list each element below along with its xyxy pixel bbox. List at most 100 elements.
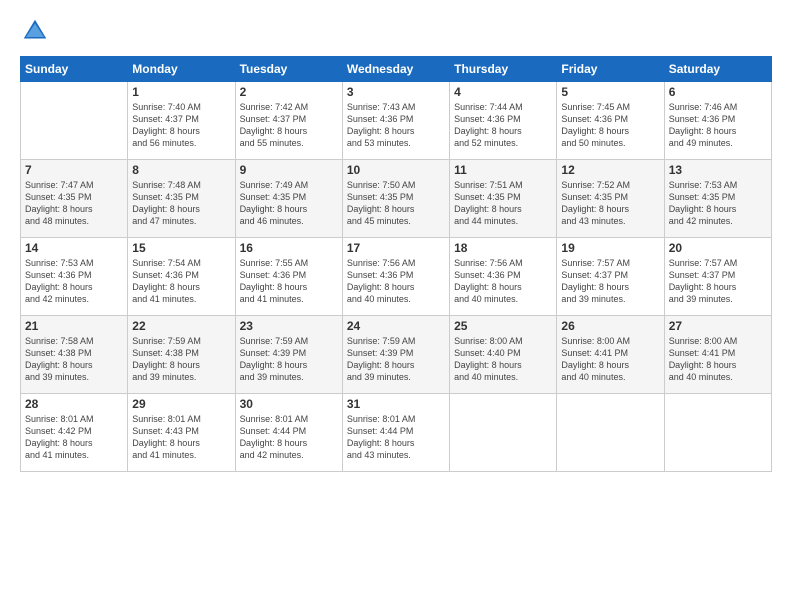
calendar-cell — [664, 394, 771, 472]
day-info: Sunrise: 7:46 AMSunset: 4:36 PMDaylight:… — [669, 101, 767, 150]
day-info: Sunrise: 7:54 AMSunset: 4:36 PMDaylight:… — [132, 257, 230, 306]
day-info: Sunrise: 7:57 AMSunset: 4:37 PMDaylight:… — [561, 257, 659, 306]
day-info: Sunrise: 7:56 AMSunset: 4:36 PMDaylight:… — [454, 257, 552, 306]
day-info: Sunrise: 7:53 AMSunset: 4:35 PMDaylight:… — [669, 179, 767, 228]
day-info: Sunrise: 7:55 AMSunset: 4:36 PMDaylight:… — [240, 257, 338, 306]
calendar-cell: 24Sunrise: 7:59 AMSunset: 4:39 PMDayligh… — [342, 316, 449, 394]
day-info: Sunrise: 8:01 AMSunset: 4:43 PMDaylight:… — [132, 413, 230, 462]
day-info: Sunrise: 7:48 AMSunset: 4:35 PMDaylight:… — [132, 179, 230, 228]
header-wednesday: Wednesday — [342, 57, 449, 82]
day-info: Sunrise: 7:58 AMSunset: 4:38 PMDaylight:… — [25, 335, 123, 384]
day-info: Sunrise: 7:59 AMSunset: 4:39 PMDaylight:… — [240, 335, 338, 384]
day-number: 30 — [240, 397, 338, 411]
day-number: 4 — [454, 85, 552, 99]
day-number: 5 — [561, 85, 659, 99]
calendar-cell: 8 Sunrise: 7:48 AMSunset: 4:35 PMDaylight… — [128, 160, 235, 238]
header-saturday: Saturday — [664, 57, 771, 82]
day-info: Sunrise: 7:40 AMSunset: 4:37 PMDaylight:… — [132, 101, 230, 150]
day-number: 23 — [240, 319, 338, 333]
day-info: Sunrise: 7:47 AMSunset: 4:35 PMDaylight:… — [25, 179, 123, 228]
day-info: Sunrise: 7:43 AMSunset: 4:36 PMDaylight:… — [347, 101, 445, 150]
day-number: 14 — [25, 241, 123, 255]
calendar-cell: 29Sunrise: 8:01 AMSunset: 4:43 PMDayligh… — [128, 394, 235, 472]
day-number: 7 — [25, 163, 123, 177]
day-number: 31 — [347, 397, 445, 411]
day-info: Sunrise: 8:00 AMSunset: 4:40 PMDaylight:… — [454, 335, 552, 384]
day-number: 19 — [561, 241, 659, 255]
calendar-cell: 2 Sunrise: 7:42 AMSunset: 4:37 PMDaylight… — [235, 82, 342, 160]
calendar-cell: 30Sunrise: 8:01 AMSunset: 4:44 PMDayligh… — [235, 394, 342, 472]
calendar-cell: 16 Sunrise: 7:55 AMSunset: 4:36 PMDayligh… — [235, 238, 342, 316]
day-number: 28 — [25, 397, 123, 411]
day-number: 9 — [240, 163, 338, 177]
calendar-cell: 19 Sunrise: 7:57 AMSunset: 4:37 PMDayligh… — [557, 238, 664, 316]
calendar-header-row: SundayMondayTuesdayWednesdayThursdayFrid… — [21, 57, 772, 82]
calendar-cell: 3 Sunrise: 7:43 AMSunset: 4:36 PMDaylight… — [342, 82, 449, 160]
calendar-cell — [557, 394, 664, 472]
day-info: Sunrise: 7:53 AMSunset: 4:36 PMDaylight:… — [25, 257, 123, 306]
day-info: Sunrise: 8:00 AMSunset: 4:41 PMDaylight:… — [561, 335, 659, 384]
day-info: Sunrise: 7:59 AMSunset: 4:38 PMDaylight:… — [132, 335, 230, 384]
day-number: 25 — [454, 319, 552, 333]
header-monday: Monday — [128, 57, 235, 82]
day-number: 3 — [347, 85, 445, 99]
calendar-cell: 12Sunrise: 7:52 AMSunset: 4:35 PMDayligh… — [557, 160, 664, 238]
week-row-2: 7 Sunrise: 7:47 AMSunset: 4:35 PMDaylight… — [21, 160, 772, 238]
day-info: Sunrise: 7:50 AMSunset: 4:35 PMDaylight:… — [347, 179, 445, 228]
day-info: Sunrise: 7:52 AMSunset: 4:35 PMDaylight:… — [561, 179, 659, 228]
day-info: Sunrise: 7:57 AMSunset: 4:37 PMDaylight:… — [669, 257, 767, 306]
day-number: 20 — [669, 241, 767, 255]
week-row-5: 28Sunrise: 8:01 AMSunset: 4:42 PMDayligh… — [21, 394, 772, 472]
day-number: 22 — [132, 319, 230, 333]
day-number: 6 — [669, 85, 767, 99]
calendar-cell: 15 Sunrise: 7:54 AMSunset: 4:36 PMDayligh… — [128, 238, 235, 316]
day-number: 15 — [132, 241, 230, 255]
header-sunday: Sunday — [21, 57, 128, 82]
week-row-3: 14 Sunrise: 7:53 AMSunset: 4:36 PMDayligh… — [21, 238, 772, 316]
day-number: 11 — [454, 163, 552, 177]
calendar-cell: 9 Sunrise: 7:49 AMSunset: 4:35 PMDaylight… — [235, 160, 342, 238]
week-row-4: 21 Sunrise: 7:58 AMSunset: 4:38 PMDayligh… — [21, 316, 772, 394]
calendar-cell: 7 Sunrise: 7:47 AMSunset: 4:35 PMDaylight… — [21, 160, 128, 238]
calendar-cell: 6 Sunrise: 7:46 AMSunset: 4:36 PMDaylight… — [664, 82, 771, 160]
calendar-cell — [21, 82, 128, 160]
calendar-cell: 5Sunrise: 7:45 AMSunset: 4:36 PMDaylight… — [557, 82, 664, 160]
calendar-cell: 17Sunrise: 7:56 AMSunset: 4:36 PMDayligh… — [342, 238, 449, 316]
day-info: Sunrise: 8:01 AMSunset: 4:44 PMDaylight:… — [347, 413, 445, 462]
day-number: 13 — [669, 163, 767, 177]
calendar-cell: 14 Sunrise: 7:53 AMSunset: 4:36 PMDayligh… — [21, 238, 128, 316]
day-info: Sunrise: 7:42 AMSunset: 4:37 PMDaylight:… — [240, 101, 338, 150]
day-info: Sunrise: 7:56 AMSunset: 4:36 PMDaylight:… — [347, 257, 445, 306]
day-number: 18 — [454, 241, 552, 255]
calendar-cell: 11 Sunrise: 7:51 AMSunset: 4:35 PMDayligh… — [450, 160, 557, 238]
page: SundayMondayTuesdayWednesdayThursdayFrid… — [0, 0, 792, 612]
week-row-1: 1 Sunrise: 7:40 AMSunset: 4:37 PMDaylight… — [21, 82, 772, 160]
logo — [20, 16, 56, 46]
day-info: Sunrise: 7:49 AMSunset: 4:35 PMDaylight:… — [240, 179, 338, 228]
calendar-cell: 23 Sunrise: 7:59 AMSunset: 4:39 PMDayligh… — [235, 316, 342, 394]
day-number: 2 — [240, 85, 338, 99]
day-info: Sunrise: 7:51 AMSunset: 4:35 PMDaylight:… — [454, 179, 552, 228]
header-tuesday: Tuesday — [235, 57, 342, 82]
day-number: 27 — [669, 319, 767, 333]
calendar-cell: 26 Sunrise: 8:00 AMSunset: 4:41 PMDayligh… — [557, 316, 664, 394]
calendar-cell: 22 Sunrise: 7:59 AMSunset: 4:38 PMDayligh… — [128, 316, 235, 394]
calendar-cell: 13 Sunrise: 7:53 AMSunset: 4:35 PMDayligh… — [664, 160, 771, 238]
day-number: 10 — [347, 163, 445, 177]
logo-icon — [20, 16, 50, 46]
calendar-cell: 4Sunrise: 7:44 AMSunset: 4:36 PMDaylight… — [450, 82, 557, 160]
calendar-cell: 21 Sunrise: 7:58 AMSunset: 4:38 PMDayligh… — [21, 316, 128, 394]
calendar: SundayMondayTuesdayWednesdayThursdayFrid… — [20, 56, 772, 472]
day-number: 1 — [132, 85, 230, 99]
header — [20, 16, 772, 46]
day-number: 21 — [25, 319, 123, 333]
calendar-cell: 18 Sunrise: 7:56 AMSunset: 4:36 PMDayligh… — [450, 238, 557, 316]
day-number: 26 — [561, 319, 659, 333]
calendar-cell: 25 Sunrise: 8:00 AMSunset: 4:40 PMDayligh… — [450, 316, 557, 394]
day-number: 24 — [347, 319, 445, 333]
header-friday: Friday — [557, 57, 664, 82]
calendar-cell: 28Sunrise: 8:01 AMSunset: 4:42 PMDayligh… — [21, 394, 128, 472]
calendar-cell: 27Sunrise: 8:00 AMSunset: 4:41 PMDayligh… — [664, 316, 771, 394]
day-number: 16 — [240, 241, 338, 255]
day-number: 8 — [132, 163, 230, 177]
